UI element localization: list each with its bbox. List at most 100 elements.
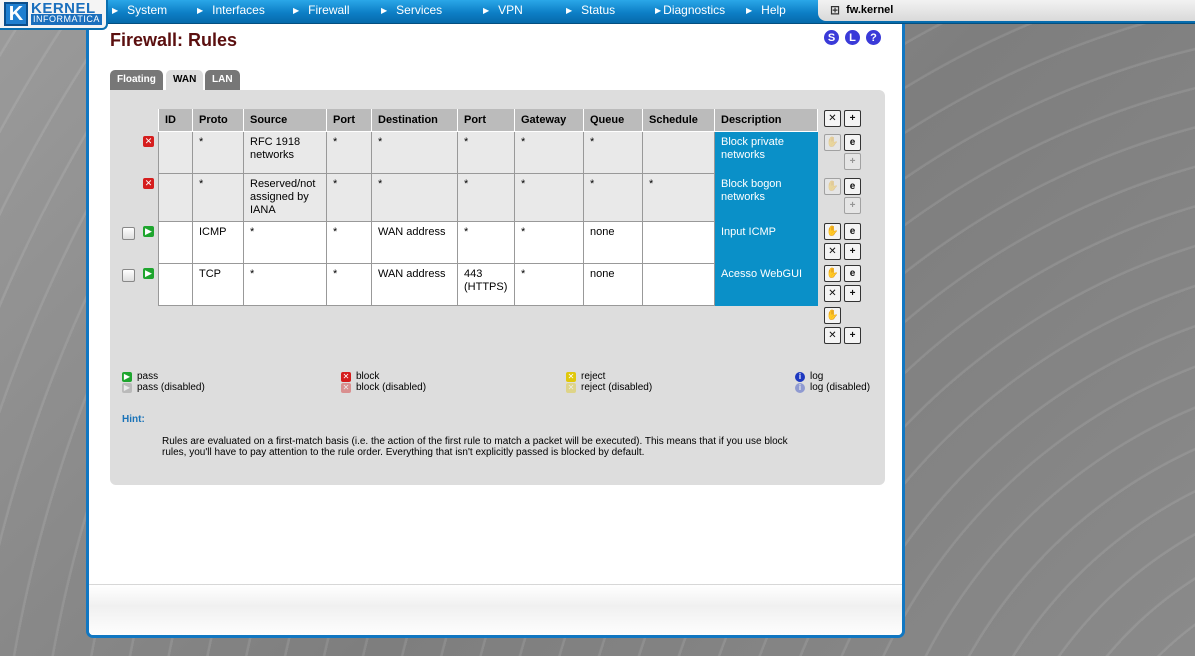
cell-gateway: * — [514, 263, 584, 306]
rule-select-checkbox[interactable] — [122, 269, 135, 282]
cell-destination: WAN address — [371, 221, 458, 264]
cell-description[interactable]: Block bogon networks — [714, 173, 818, 222]
tab-wan[interactable]: WAN — [166, 70, 204, 92]
delete-icon[interactable]: ✕ — [824, 243, 841, 260]
col-proto: Proto — [192, 109, 244, 132]
table-row[interactable]: * Reserved/not assigned by IANA * * * * … — [158, 173, 818, 222]
nav-system[interactable]: ▶ System — [112, 0, 167, 22]
footer-strip — [89, 584, 902, 635]
help-icon[interactable]: ? — [866, 30, 881, 45]
add-icon[interactable]: + — [844, 285, 861, 302]
cell-source: * — [243, 263, 327, 306]
cell-src-port: * — [326, 131, 372, 174]
rule-select-checkbox[interactable] — [122, 227, 135, 240]
triangle-right-icon: ▶ — [112, 6, 119, 15]
col-src-port: Port — [326, 109, 372, 132]
move-icon[interactable]: ✋ — [824, 223, 841, 240]
col-queue: Queue — [583, 109, 643, 132]
edit-icon[interactable]: e — [844, 134, 861, 151]
nav-status-label: Status — [581, 3, 616, 17]
block-disabled-icon: ✕ — [341, 382, 351, 393]
cell-queue: * — [583, 131, 643, 174]
log-l-icon[interactable]: L — [845, 30, 860, 45]
cell-src-port: * — [326, 221, 372, 264]
rules-table: ID Proto Source Port Destination Port Ga… — [158, 109, 818, 306]
legend-pass-label: pass — [137, 371, 159, 382]
delete-selected-icon[interactable]: ✕ — [824, 327, 841, 344]
hostname-box: ⊞ fw.kernel — [818, 0, 1195, 21]
triangle-right-icon: ▶ — [566, 6, 573, 15]
cell-id — [158, 221, 193, 264]
cell-dst-port: 443 (HTTPS) — [457, 263, 515, 306]
table-row[interactable]: TCP * * WAN address 443 (HTTPS) * none A… — [158, 263, 818, 306]
edit-icon[interactable]: e — [844, 223, 861, 240]
reject-icon: ✕ — [566, 371, 576, 382]
add-rule-icon[interactable]: + — [844, 327, 861, 344]
add-icon[interactable]: + — [844, 243, 861, 260]
pass-icon[interactable]: ▶ — [143, 226, 154, 237]
move-icon[interactable]: ✋ — [824, 307, 841, 324]
main-panel: Firewall: Rules S L ? Floating WAN LAN I… — [86, 24, 905, 638]
cell-schedule — [642, 221, 715, 264]
nav-services-label: Services — [396, 3, 443, 17]
nav-interfaces[interactable]: ▶ Interfaces — [197, 0, 265, 22]
block-icon[interactable]: ✕ — [143, 136, 154, 147]
block-icon: ✕ — [341, 371, 351, 382]
nav-firewall[interactable]: ▶ Firewall — [293, 0, 350, 22]
cell-dst-port: * — [457, 173, 515, 222]
nav-help[interactable]: ▶ Help — [746, 0, 786, 22]
cell-destination: * — [371, 131, 458, 174]
col-destination: Destination — [371, 109, 458, 132]
edit-icon[interactable]: e — [844, 265, 861, 282]
col-description: Description — [714, 109, 818, 132]
kernel-logo[interactable]: K KERNEL INFORMATICA — [0, 0, 108, 30]
edit-icon[interactable]: e — [844, 178, 861, 195]
cell-proto: * — [192, 131, 244, 174]
logo-sub-text: INFORMATICA — [31, 14, 102, 25]
move-icon[interactable]: ✋ — [824, 265, 841, 282]
page-title: Firewall: Rules — [110, 30, 238, 50]
cell-queue: * — [583, 173, 643, 222]
table-row[interactable]: ICMP * * WAN address * * none Input ICMP — [158, 221, 818, 264]
legend-reject-disabled-label: reject (disabled) — [581, 382, 653, 393]
nav-services[interactable]: ▶ Services — [381, 0, 442, 22]
cell-id — [158, 263, 193, 306]
cell-src-port: * — [326, 263, 372, 306]
cell-description[interactable]: Block private networks — [714, 131, 818, 174]
cell-dst-port: * — [457, 131, 515, 174]
cell-destination: * — [371, 173, 458, 222]
col-gateway: Gateway — [514, 109, 584, 132]
cell-queue: none — [583, 221, 643, 264]
nav-vpn[interactable]: ▶ VPN — [483, 0, 523, 22]
pass-icon[interactable]: ▶ — [143, 268, 154, 279]
cell-gateway: * — [514, 173, 584, 222]
tab-lan[interactable]: LAN — [205, 70, 240, 90]
cell-schedule: * — [642, 173, 715, 222]
legend-pass: ▶ pass ▶ pass (disabled) — [122, 371, 205, 393]
hostname-text: fw.kernel — [846, 4, 894, 16]
nav-diagnostics-label: Diagnostics — [663, 3, 726, 17]
legend-pass-disabled-label: pass (disabled) — [137, 382, 205, 393]
logo-k-mark: K — [4, 2, 28, 26]
block-icon[interactable]: ✕ — [143, 178, 154, 189]
move-icon: ✋ — [824, 134, 841, 151]
cell-proto: * — [192, 173, 244, 222]
cell-description[interactable]: Acesso WebGUI — [714, 263, 818, 306]
tab-floating[interactable]: Floating — [110, 70, 163, 90]
col-source: Source — [243, 109, 327, 132]
add-icon: + — [844, 153, 861, 170]
legend-log-disabled-label: log (disabled) — [810, 382, 871, 393]
add-rule-icon[interactable]: + — [844, 110, 861, 127]
table-row[interactable]: * RFC 1918 networks * * * * * Block priv… — [158, 131, 818, 174]
delete-selected-icon[interactable]: ✕ — [824, 110, 841, 127]
nav-status[interactable]: ▶ Status — [566, 0, 615, 22]
rules-content-box: ID Proto Source Port Destination Port Ga… — [110, 90, 885, 485]
server-icon: ⊞ — [830, 3, 841, 17]
triangle-right-icon: ▶ — [483, 6, 490, 15]
nav-diagnostics[interactable]: ▶ Diagnostics — [655, 0, 725, 22]
status-s-icon[interactable]: S — [824, 30, 839, 45]
cell-description[interactable]: Input ICMP — [714, 221, 818, 264]
delete-icon[interactable]: ✕ — [824, 285, 841, 302]
cell-proto: TCP — [192, 263, 244, 306]
cell-queue: none — [583, 263, 643, 306]
